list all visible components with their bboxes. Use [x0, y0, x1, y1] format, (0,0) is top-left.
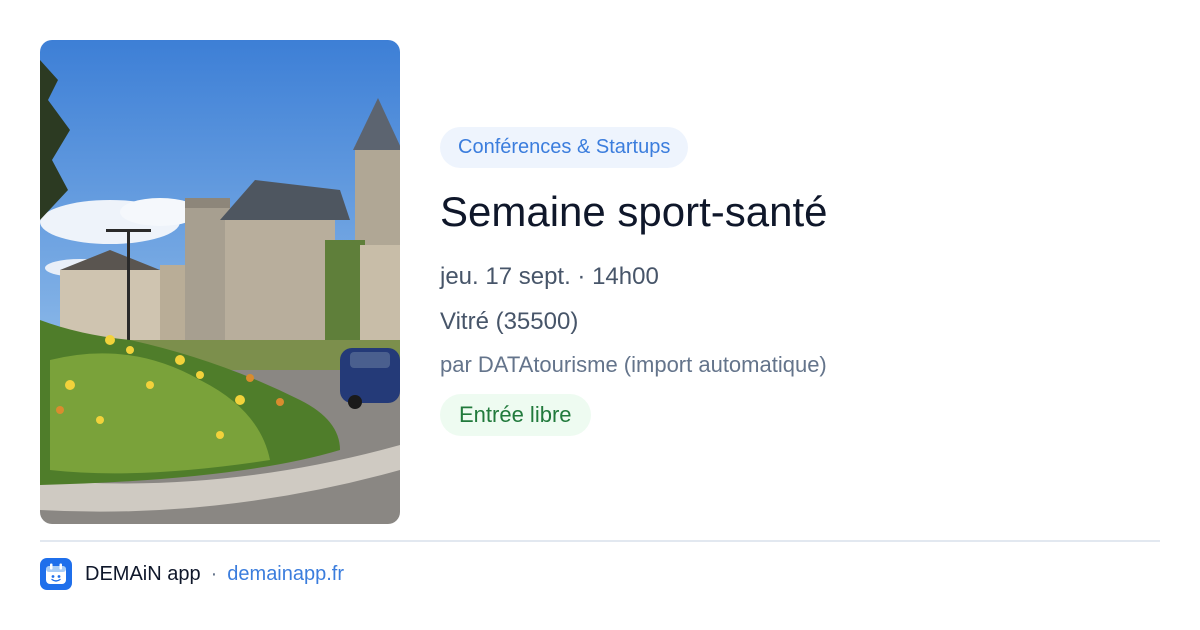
app-url-link[interactable]: demainapp.fr [227, 563, 344, 586]
price-badge: Entrée libre [440, 394, 591, 436]
app-name: DEMAiN app [85, 562, 201, 585]
event-title: Semaine sport-santé [440, 188, 828, 235]
category-badge[interactable]: Conférences & Startups [440, 127, 689, 168]
calendar-app-icon [40, 558, 72, 590]
event-location: Vitré (35500) [440, 308, 579, 335]
event-organizer: par DATAtourisme (import automatique) [440, 352, 827, 377]
footer-divider [40, 540, 1160, 542]
footer-separator: · [210, 562, 218, 585]
event-photo-illustration [40, 40, 400, 524]
event-datetime: jeu. 17 sept. · 14h00 [440, 263, 659, 290]
event-photo [40, 40, 400, 524]
footer: DEMAiN app · demainapp.fr [40, 558, 344, 590]
event-info: Conférences & Startups Semaine sport-san… [440, 127, 1140, 436]
